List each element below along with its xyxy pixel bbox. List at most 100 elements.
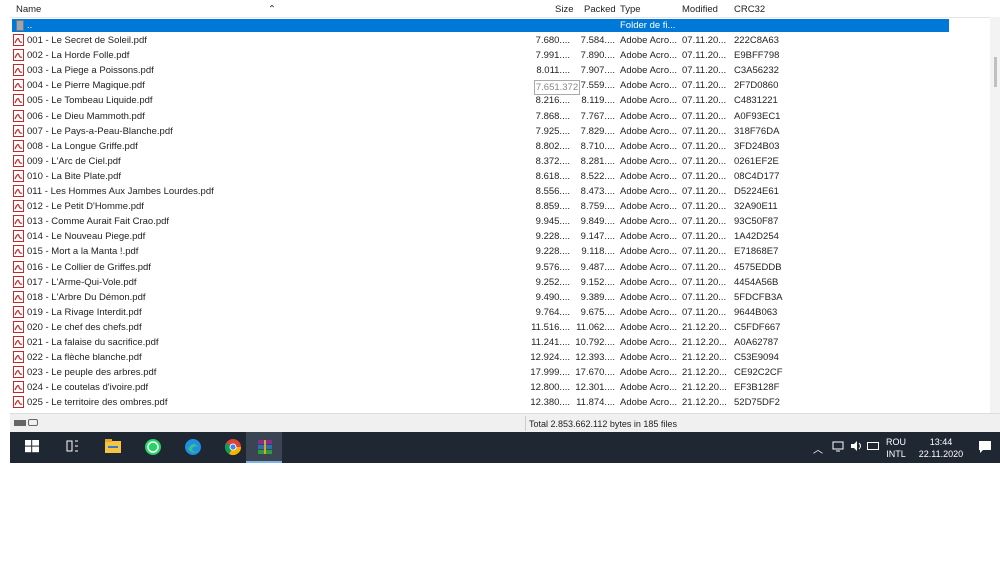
file-row[interactable]: 005 - Le Tombeau Liquide.pdf 8.216.... 8.1… <box>10 93 1000 108</box>
file-row[interactable]: 012 - Le Petit D'Homme.pdf 8.859.... 8.759… <box>10 199 1000 214</box>
file-row[interactable]: 013 - Comme Aurait Fait Crao.pdf 9.945...… <box>10 214 1000 229</box>
windows-start-icon[interactable] <box>14 432 52 463</box>
file-row[interactable]: 025 - Le territoire des ombres.pdf 12.380… <box>10 395 1000 410</box>
vertical-scrollbar[interactable] <box>990 17 1000 413</box>
file-list[interactable]: Name ⌃ Size Packed Type Modified CRC32 .… <box>10 0 1000 413</box>
cell-crc: E9BFF798 <box>734 50 780 62</box>
pdf-file-icon <box>13 109 24 122</box>
file-row[interactable]: 007 - Le Pays-a-Peau-Blanche.pdf 7.925...… <box>10 124 1000 139</box>
drive-icon[interactable] <box>14 420 26 426</box>
pdf-file-icon <box>13 124 24 137</box>
cell-crc: 08C4D177 <box>734 170 780 182</box>
file-row[interactable]: 019 - La Rivage Interdit.pdf 9.764.... 9.6… <box>10 305 1000 320</box>
file-row[interactable]: 016 - Le Collier de Griffes.pdf 9.576....… <box>10 260 1000 275</box>
edge-icon[interactable] <box>174 432 212 463</box>
volume-icon[interactable] <box>850 440 864 454</box>
cell-crc: 1A42D254 <box>734 231 779 243</box>
pdf-file-icon <box>13 200 24 213</box>
cell-packed: 8.759.... <box>580 201 615 213</box>
size-tooltip: 7.651.372 <box>534 80 580 95</box>
file-row[interactable]: 001 - Le Secret de Soleil.pdf 7.680.... 7.… <box>10 33 1000 48</box>
cell-size: 9.228.... <box>535 246 570 258</box>
system-clock[interactable]: 13:44 22.11.2020 <box>916 436 966 460</box>
file-row[interactable]: 004 - Le Pierre Magique.pdf 7.559.... Adob… <box>10 78 1000 93</box>
file-row[interactable]: 008 - La Longue Griffe.pdf 8.802.... 8.710… <box>10 139 1000 154</box>
cell-type: Adobe Acro... <box>620 170 678 182</box>
cell-type: Adobe Acro... <box>620 65 678 77</box>
column-header-bar: Name ⌃ Size Packed Type Modified CRC32 <box>10 0 1000 18</box>
cell-type: Adobe Acro... <box>620 155 678 167</box>
task-view-icon[interactable] <box>54 432 92 463</box>
column-header-crc32[interactable]: CRC32 <box>734 4 765 15</box>
scrollbar-thumb[interactable] <box>994 57 997 87</box>
cell-modified: 07.11.20... <box>682 95 727 107</box>
status-bar: Total 2.853.662.112 bytes in 185 files <box>10 413 1000 433</box>
cell-packed: 8.522.... <box>580 170 615 182</box>
file-row[interactable]: 022 - La flèche blanche.pdf 12.924.... 12.… <box>10 350 1000 365</box>
file-row[interactable]: 015 - Mort a la Manta !.pdf 9.228.... 9.11… <box>10 244 1000 259</box>
file-explorer-icon[interactable] <box>94 432 132 463</box>
file-row[interactable]: 023 - Le peuple des arbres.pdf 17.999....… <box>10 365 1000 380</box>
cell-modified: 07.11.20... <box>682 186 727 197</box>
column-header-packed[interactable]: Packed <box>584 4 616 15</box>
file-row[interactable]: 002 - La Horde Folle.pdf 7.991.... 7.890..… <box>10 48 1000 63</box>
file-row[interactable]: 020 - Le chef des chefs.pdf 11.516.... 11.… <box>10 320 1000 335</box>
pdf-file-icon <box>13 139 24 152</box>
file-row[interactable]: 003 - La Piege a Poissons.pdf 8.011.... 7.… <box>10 63 1000 78</box>
cell-crc: CE92C2CF <box>734 367 783 379</box>
file-row[interactable]: 014 - Le Nouveau Piege.pdf 9.228.... 9.147… <box>10 229 1000 244</box>
file-row[interactable]: 024 - Le coutelas d'ivoire.pdf 12.800....… <box>10 380 1000 395</box>
cell-packed: 7.584.... <box>580 35 615 46</box>
file-row[interactable]: 006 - Le Dieu Mammoth.pdf 7.868.... 7.767.… <box>10 109 1000 124</box>
file-row[interactable]: 021 - La falaise du sacrifice.pdf 11.241.… <box>10 335 1000 350</box>
sort-ascending-icon: ⌃ <box>268 4 276 15</box>
network-icon[interactable] <box>832 440 844 454</box>
pdf-file-icon <box>13 381 24 394</box>
pdf-file-icon <box>13 275 24 288</box>
cell-packed: 8.281.... <box>580 155 615 167</box>
cell-name: 008 - La Longue Griffe.pdf <box>27 140 138 152</box>
file-row[interactable]: 018 - L'Arbre Du Démon.pdf 9.490.... 9.389… <box>10 290 1000 305</box>
column-header-size[interactable]: Size <box>555 4 573 15</box>
file-row[interactable]: 017 - L'Arme-Qui-Vole.pdf 9.252.... 9.152.… <box>10 275 1000 290</box>
cell-size: 7.925.... <box>535 125 570 137</box>
key-icon[interactable] <box>28 419 38 426</box>
cell-type: Adobe Acro... <box>620 321 678 333</box>
keyboard-icon[interactable] <box>867 441 879 453</box>
pdf-file-icon <box>13 215 24 228</box>
chevron-up-icon[interactable]: ︿ <box>813 441 823 456</box>
pdf-file-icon <box>13 34 24 46</box>
pdf-file-icon <box>13 94 24 107</box>
file-row[interactable]: 011 - Les Hommes Aux Jambes Lourdes.pdf 8… <box>10 184 1000 199</box>
parent-folder-row[interactable]: .. Folder de fi... <box>10 18 1000 33</box>
pdf-file-icon <box>13 64 24 77</box>
cell-crc: A0A62787 <box>734 337 779 348</box>
cell-crc: 3FD24B03 <box>734 140 780 152</box>
cell-name: 005 - Le Tombeau Liquide.pdf <box>27 95 153 107</box>
column-header-type[interactable]: Type <box>620 4 641 15</box>
file-row[interactable]: 010 - La Bite Plate.pdf 8.618.... 8.522...… <box>10 169 1000 184</box>
notification-icon[interactable] <box>978 440 992 456</box>
cell-crc: C3A56232 <box>734 65 779 77</box>
pdf-file-icon <box>13 320 24 333</box>
cell-size: 8.859.... <box>535 201 570 213</box>
cell-modified: 07.11.20... <box>682 306 727 318</box>
cell-type: Adobe Acro... <box>620 140 678 152</box>
column-header-name[interactable]: Name <box>16 4 41 15</box>
cell-crc: 4575EDDB <box>734 261 782 273</box>
file-row[interactable]: 009 - L'Arc de Ciel.pdf 8.372.... 8.281...… <box>10 154 1000 169</box>
cell-name: 007 - Le Pays-a-Peau-Blanche.pdf <box>27 125 173 137</box>
cell-modified: 07.11.20... <box>682 50 727 62</box>
cell-size: 11.241.... <box>531 337 570 348</box>
cell-size: 9.490.... <box>535 291 570 303</box>
cell-crc: A0F93EC1 <box>734 110 781 122</box>
cell-crc: 5FDCFB3A <box>734 291 783 303</box>
clock-time: 13:44 <box>929 437 953 447</box>
cell-name: 001 - Le Secret de Soleil.pdf <box>27 35 147 46</box>
cell-name: 025 - Le territoire des ombres.pdf <box>27 397 168 409</box>
whatsapp-icon[interactable] <box>134 432 172 463</box>
input-language-indicator[interactable]: ROU INTL <box>886 436 906 460</box>
column-header-modified[interactable]: Modified <box>682 4 718 15</box>
cell-name: 013 - Comme Aurait Fait Crao.pdf <box>27 216 170 228</box>
winrar-icon[interactable] <box>246 432 282 463</box>
